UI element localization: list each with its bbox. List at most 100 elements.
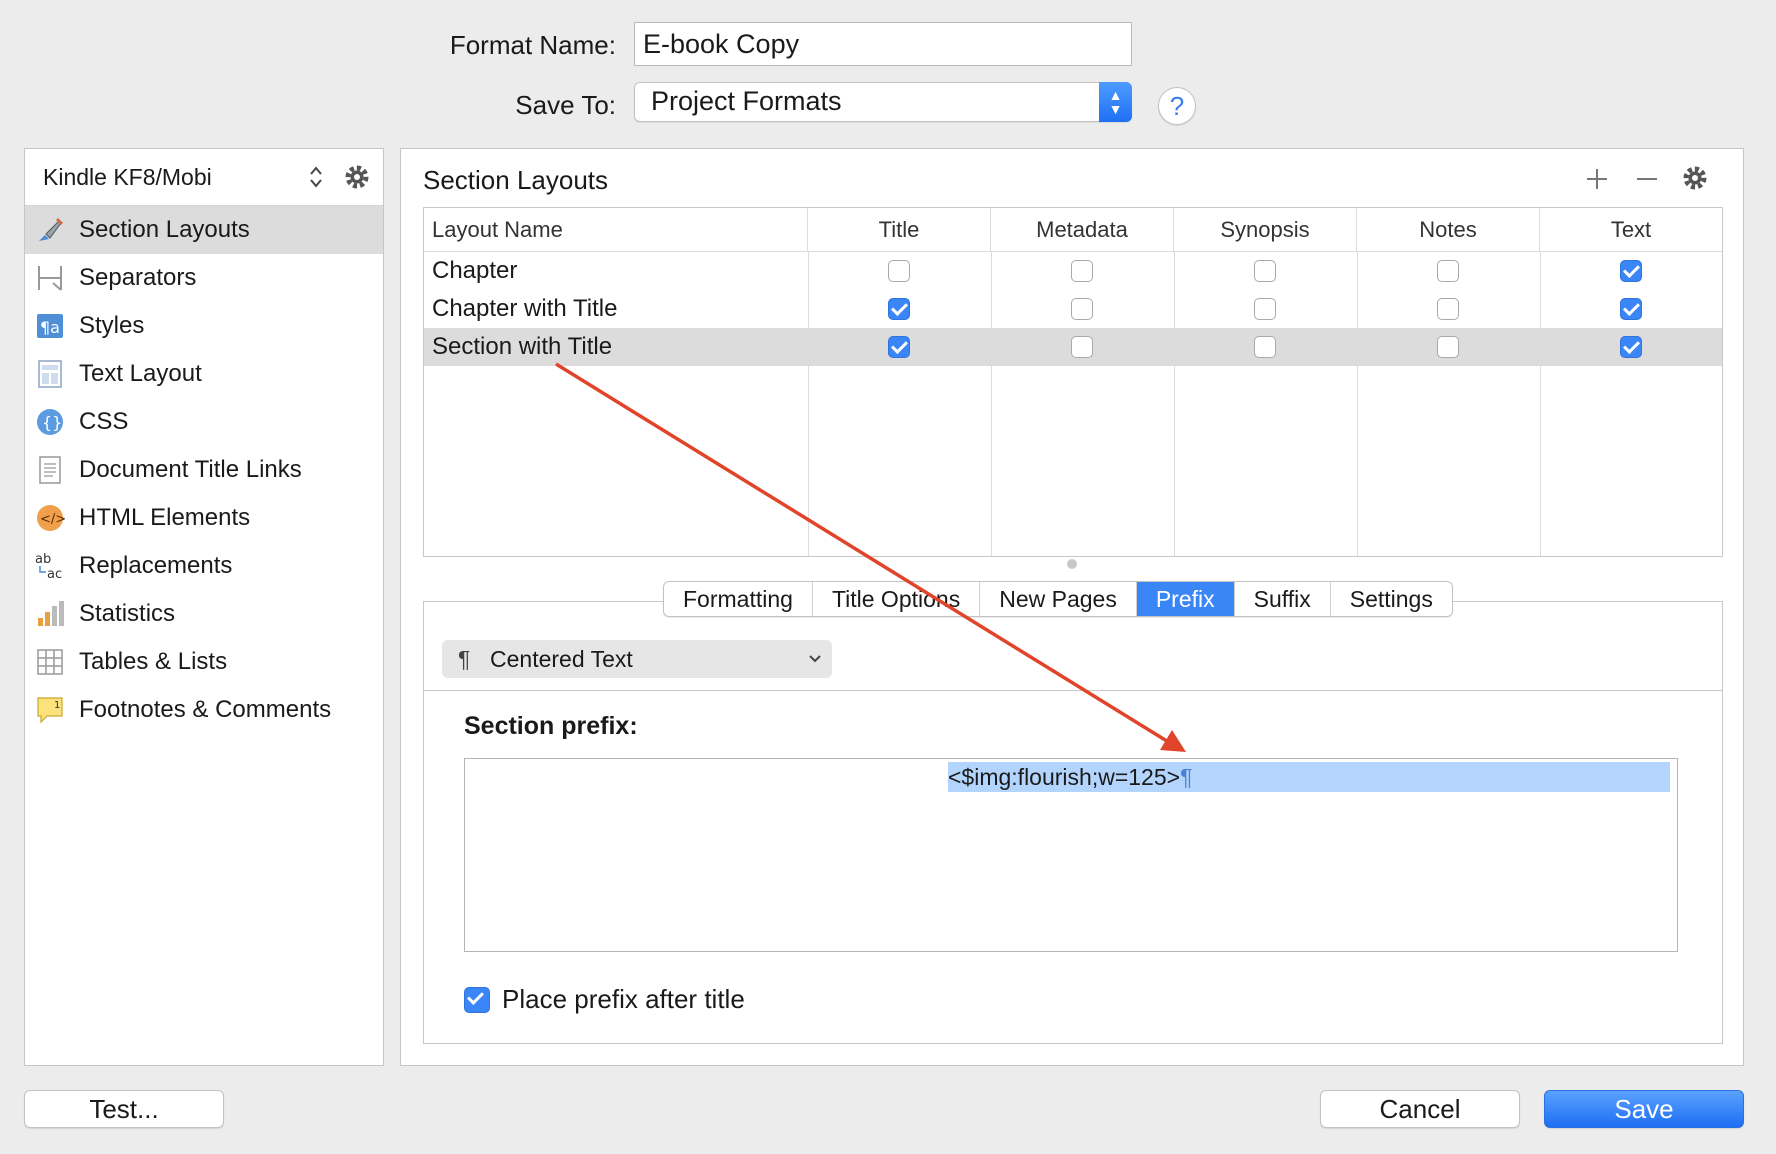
svg-text:</>: </> <box>40 512 65 527</box>
column-header-layout-name[interactable]: Layout Name <box>424 208 808 252</box>
column-divider <box>1174 252 1175 556</box>
tab-settings[interactable]: Settings <box>1331 582 1452 616</box>
paragraph-icon: ¶ <box>458 646 471 672</box>
layout-icon <box>35 359 65 389</box>
column-header-metadata[interactable]: Metadata <box>991 208 1174 252</box>
sidebar-item-label: Tables & Lists <box>79 648 228 675</box>
sidebar-item-label: Footnotes & Comments <box>79 696 332 723</box>
tab-formatting[interactable]: Formatting <box>664 582 813 616</box>
styles-icon: ¶a <box>35 311 65 341</box>
column-divider <box>991 252 992 556</box>
prefix-tab-content: ¶ Centered Text Section prefix: <$img:fl… <box>423 601 1723 1044</box>
sidebar: Kindle KF8/Mobi Section Layouts Separato… <box>24 148 384 1066</box>
column-checkbox-text[interactable] <box>1620 260 1642 282</box>
sidebar-item-tables-lists[interactable]: Tables & Lists <box>25 638 383 686</box>
updown-chevron-icon: ▲ ▼ <box>1099 82 1132 122</box>
save-to-label: Save To: <box>515 90 616 120</box>
column-divider <box>808 252 809 556</box>
layout-name-cell: Section with Title <box>432 333 613 360</box>
paragraph-style-dropdown[interactable]: ¶ Centered Text <box>442 640 832 678</box>
table-icon <box>35 647 65 677</box>
divider <box>424 690 1722 691</box>
sidebar-item-statistics[interactable]: Statistics <box>25 590 383 638</box>
brush-icon <box>35 215 65 245</box>
add-icon[interactable] <box>1585 167 1609 191</box>
column-checkbox-title[interactable] <box>888 260 910 282</box>
sidebar-item-section-layouts[interactable]: Section Layouts <box>25 206 383 254</box>
svg-text:ab: ab <box>35 552 51 567</box>
format-name-label: Format Name: <box>449 30 616 60</box>
cancel-button[interactable]: Cancel <box>1320 1090 1520 1128</box>
sidebar-item-replacements[interactable]: ab ac Replacements <box>25 542 383 590</box>
svg-text:ac: ac <box>47 567 62 581</box>
prefix-text: <$img:flourish;w=125> <box>948 764 1181 790</box>
column-checkbox-metadata[interactable] <box>1071 336 1093 358</box>
column-checkbox-metadata[interactable] <box>1071 260 1093 282</box>
comment-icon: 1 <box>35 695 65 725</box>
tab-suffix[interactable]: Suffix <box>1235 582 1331 616</box>
column-checkbox-title[interactable] <box>888 298 910 320</box>
tab-prefix[interactable]: Prefix <box>1136 582 1235 616</box>
tab-title-options[interactable]: Title Options <box>813 582 981 616</box>
sidebar-item-document-title-links[interactable]: Document Title Links <box>25 446 383 494</box>
svg-text:¶a: ¶a <box>40 318 60 337</box>
column-checkbox-synopsis[interactable] <box>1254 336 1276 358</box>
column-checkbox-text[interactable] <box>1620 298 1642 320</box>
column-header-text[interactable]: Text <box>1540 208 1722 252</box>
place-prefix-checkbox[interactable] <box>464 987 490 1013</box>
sidebar-item-label: Text Layout <box>79 360 202 387</box>
document-icon <box>35 455 65 485</box>
column-checkbox-title[interactable] <box>888 336 910 358</box>
sidebar-item-css[interactable]: {} CSS <box>25 398 383 446</box>
column-checkbox-notes[interactable] <box>1437 298 1459 320</box>
pilcrow-mark: ¶ <box>1180 764 1193 790</box>
replacements-icon: ab ac <box>35 551 65 581</box>
sidebar-item-html-elements[interactable]: </> HTML Elements <box>25 494 383 542</box>
sidebar-item-separators[interactable]: Separators <box>25 254 383 302</box>
column-checkbox-synopsis[interactable] <box>1254 298 1276 320</box>
save-button[interactable]: Save <box>1544 1090 1744 1128</box>
remove-icon[interactable] <box>1635 167 1659 191</box>
table-row[interactable]: Chapter with Title <box>424 290 1722 328</box>
column-checkbox-metadata[interactable] <box>1071 298 1093 320</box>
format-name-input[interactable]: E-book Copy <box>634 22 1132 66</box>
updown-chevron-icon <box>310 166 322 188</box>
sidebar-item-styles[interactable]: ¶a Styles <box>25 302 383 350</box>
css-icon: {} <box>35 407 65 437</box>
column-checkbox-text[interactable] <box>1620 336 1642 358</box>
column-header-title[interactable]: Title <box>808 208 991 252</box>
sidebar-item-label: Separators <box>79 264 197 291</box>
sidebar-item-label: CSS <box>79 408 129 435</box>
bar-chart-icon <box>35 599 65 629</box>
table-row[interactable]: Section with Title <box>424 328 1722 366</box>
section-prefix-textarea[interactable]: <$img:flourish;w=125>¶ <box>464 758 1678 952</box>
sidebar-item-footnotes-comments[interactable]: 1 Footnotes & Comments <box>25 686 383 734</box>
format-selector[interactable]: Kindle KF8/Mobi <box>25 149 383 206</box>
split-handle[interactable] <box>1067 559 1077 569</box>
section-prefix-label: Section prefix: <box>464 712 638 740</box>
gear-icon[interactable] <box>343 163 371 191</box>
column-header-notes[interactable]: Notes <box>1357 208 1540 252</box>
format-selector-label: Kindle KF8/Mobi <box>43 164 212 190</box>
save-to-dropdown[interactable]: Project Formats ▲ ▼ <box>634 82 1132 122</box>
sidebar-item-label: Replacements <box>79 552 233 579</box>
sidebar-list: Section Layouts Separators ¶a Styles Tex… <box>25 206 383 734</box>
help-button[interactable]: ? <box>1158 87 1196 125</box>
layout-name-cell: Chapter <box>432 257 518 284</box>
sidebar-item-text-layout[interactable]: Text Layout <box>25 350 383 398</box>
sidebar-item-label: HTML Elements <box>79 504 251 531</box>
column-checkbox-synopsis[interactable] <box>1254 260 1276 282</box>
section-layouts-panel: Section Layouts Layout Name Title Metada… <box>400 148 1744 1066</box>
column-checkbox-notes[interactable] <box>1437 260 1459 282</box>
table-row[interactable]: Chapter <box>424 252 1722 290</box>
column-checkbox-notes[interactable] <box>1437 336 1459 358</box>
column-header-synopsis[interactable]: Synopsis <box>1174 208 1357 252</box>
gear-icon[interactable] <box>1681 164 1709 192</box>
layout-name-cell: Chapter with Title <box>432 295 618 322</box>
tab-new-pages[interactable]: New Pages <box>980 582 1137 616</box>
sidebar-item-label: Document Title Links <box>79 456 302 483</box>
column-divider <box>1540 252 1541 556</box>
paragraph-style-value: Centered Text <box>490 646 633 672</box>
sidebar-item-label: Statistics <box>79 600 176 627</box>
test-button[interactable]: Test... <box>24 1090 224 1128</box>
